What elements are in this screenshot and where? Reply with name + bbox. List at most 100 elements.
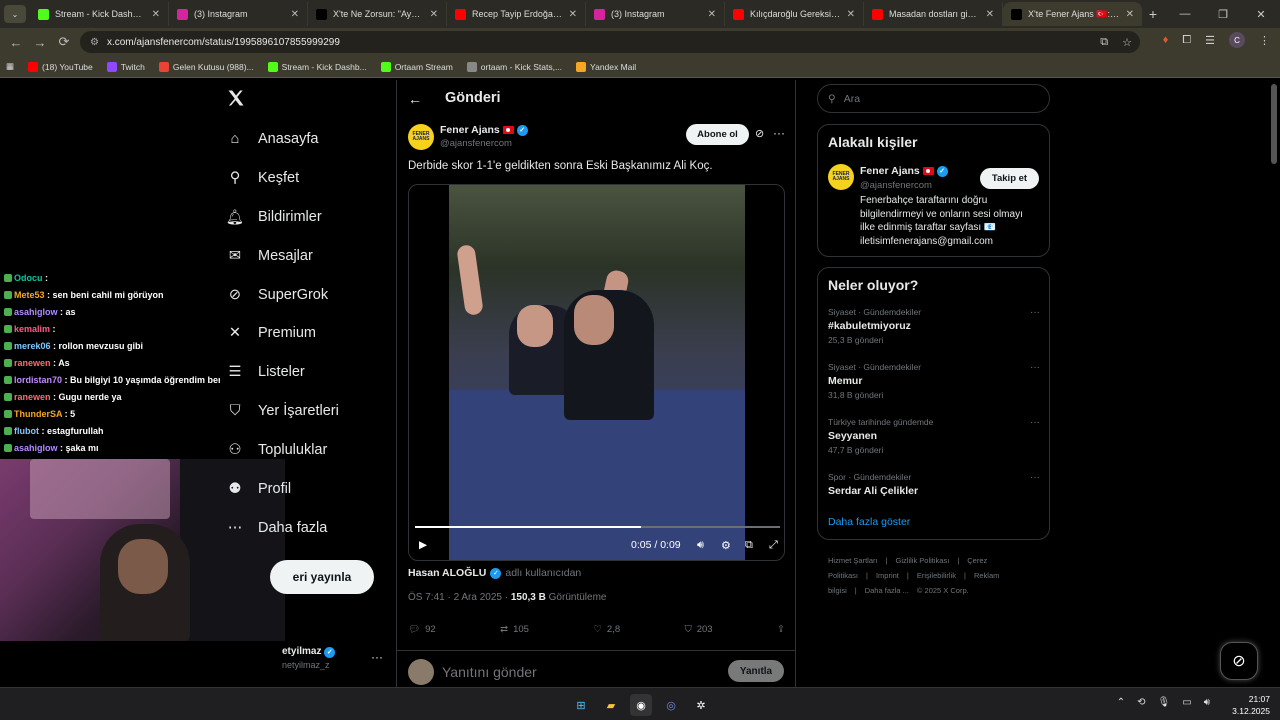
repost-action[interactable]: ⇄ 105 — [500, 624, 529, 635]
browser-tab[interactable]: (3) Instagram ✕ — [586, 2, 725, 26]
reply-button[interactable]: Yanıtla — [728, 660, 784, 682]
volume-tray-icon[interactable]: 🔊︎ — [1204, 697, 1210, 708]
nav-item-profile[interactable]: ⚉ Profil — [226, 478, 292, 500]
more-options-icon[interactable]: ··· — [773, 126, 785, 140]
author-name[interactable]: Fener Ajans ✓ — [440, 124, 528, 136]
like-action[interactable]: ♡ 2,8 — [593, 624, 620, 635]
bookmark-item[interactable]: Stream - Kick Dashb... — [267, 61, 367, 72]
reply-input[interactable]: Yanıtını gönder — [442, 664, 537, 680]
reply-action[interactable]: 💬︎ 92 — [408, 624, 436, 635]
trend-item[interactable]: Siyaset · Gündemdekiler #kabuletmiyoruz 25… — [828, 307, 1040, 345]
close-tab-icon[interactable]: ✕ — [152, 9, 160, 20]
grok-float-button[interactable]: ⊘ — [1220, 642, 1258, 680]
post-button[interactable]: eri yayınla — [270, 560, 374, 594]
search-input[interactable]: ⚲ Ara — [817, 84, 1050, 113]
author-avatar[interactable]: FENER AJANS — [408, 124, 434, 150]
nav-item-lists[interactable]: ☰ Listeler — [226, 361, 305, 383]
footer-link[interactable]: Imprint — [876, 571, 899, 580]
user-avatar[interactable] — [408, 659, 434, 685]
tray-chevron-icon[interactable]: ⌃ — [1117, 697, 1125, 708]
nav-item-explore[interactable]: ⚲ Keşfet — [226, 167, 299, 189]
chrome-icon[interactable]: ◉ — [630, 694, 652, 716]
credit-name[interactable]: Hasan ALOĞLU — [408, 567, 486, 579]
nav-item-premium[interactable]: ✕ Premium — [226, 322, 316, 344]
chrome-menu-icon[interactable]: ⋮ — [1259, 34, 1270, 47]
forward-icon[interactable]: → — [28, 35, 52, 50]
bookmark-item[interactable]: Twitch — [106, 61, 145, 72]
video-player[interactable]: ▶ 0:05 / 0:09 🔊︎ ⚙ ⧉ ⤢ — [408, 184, 785, 561]
site-info-icon[interactable]: ⚙ — [90, 37, 99, 48]
show-more-link[interactable]: Daha fazla göster — [828, 516, 910, 528]
more-options-icon[interactable]: ··· — [1030, 362, 1040, 373]
nav-item-notifications[interactable]: 🔔︎ Bildirimler — [226, 206, 322, 228]
profile-avatar[interactable]: C — [1229, 32, 1245, 48]
browser-tab[interactable]: Recep Tayip Erdoğan Futb✕ — [447, 2, 586, 26]
bookmark-item[interactable]: ortaam - Kick Stats,... — [466, 61, 562, 72]
nav-item-messages[interactable]: ✉ Mesajlar — [226, 245, 313, 267]
back-arrow-icon[interactable]: ← — [408, 91, 422, 107]
volume-icon[interactable]: 🔊︎ — [697, 539, 704, 552]
nav-item-more-circle[interactable]: ⋯ Daha fazla — [226, 517, 328, 539]
new-tab-button[interactable]: + — [1142, 6, 1164, 22]
back-icon[interactable]: ← — [4, 35, 28, 50]
trend-item[interactable]: Türkiye tarihinde gündemde Seyyanen 47,7 B… — [828, 417, 1040, 455]
browser-tab[interactable]: Kılıçdaroğlu Gereksiz Sarı✕ — [725, 2, 864, 26]
x-logo-icon[interactable] — [226, 88, 246, 108]
display-icon[interactable]: ▭ — [1182, 697, 1191, 708]
browser-tab[interactable]: X'te Fener Ajans 🇹🇷: "Derb✕ — [1003, 2, 1142, 26]
account-name[interactable]: etyilmaz ✓ — [282, 646, 336, 658]
browser-tab[interactable]: (3) Instagram ✕ — [169, 2, 308, 26]
close-tab-icon[interactable]: ✕ — [430, 9, 438, 20]
windows-start-icon[interactable]: ⊞ — [570, 694, 592, 716]
related-name[interactable]: Fener Ajans ✓ — [860, 165, 948, 177]
nav-item-bookmarks[interactable]: ⛉ Yer İşaretleri — [226, 400, 339, 422]
trend-item[interactable]: Siyaset · Gündemdekiler Memur 31,8 B gönde… — [828, 362, 1040, 400]
microphone-icon[interactable]: 🎙︎ — [1158, 697, 1171, 708]
discord-icon[interactable]: ◎ — [660, 694, 682, 716]
bookmark-item[interactable]: (18) YouTube — [28, 61, 93, 72]
nav-item-communities[interactable]: ⚇ Topluluklar — [226, 439, 328, 461]
footer-link[interactable]: Gizlilik Politikası — [896, 556, 950, 565]
footer-link[interactable]: Hizmet Şartları — [828, 556, 878, 565]
author-handle[interactable]: @ajansfenercom — [440, 138, 512, 149]
bookmark-item[interactable]: Gelen Kutusu (988)... — [158, 61, 254, 72]
share-icon[interactable]: ⇪ — [777, 624, 785, 635]
extension-icon[interactable]: ♦ — [1163, 34, 1169, 46]
minimize-button[interactable]: — — [1166, 8, 1204, 20]
trend-item[interactable]: Spor · Gündemdekiler Serdar Ali Çelikler ·… — [828, 472, 1040, 500]
related-avatar[interactable]: FENER AJANS — [828, 164, 854, 190]
bookmark-item[interactable]: Yandex Mail — [576, 61, 636, 72]
grok-icon[interactable]: ⊘ — [755, 127, 764, 140]
video-frame[interactable] — [449, 185, 745, 560]
footer-link[interactable]: Daha fazla ... — [865, 586, 909, 595]
more-options-icon[interactable]: ··· — [1030, 307, 1040, 318]
video-progress-bar[interactable] — [415, 526, 780, 528]
related-handle[interactable]: @ajansfenercom — [860, 180, 932, 191]
address-bar[interactable]: ⚙ x.com/ajansfenercom/status/19958961078… — [80, 31, 1140, 53]
apps-grid-icon[interactable]: ▦ — [6, 61, 14, 72]
install-app-icon[interactable]: ⧉ — [1100, 36, 1108, 49]
close-tab-icon[interactable]: ✕ — [986, 9, 994, 20]
maximize-button[interactable]: ❐ — [1204, 8, 1242, 21]
close-tab-icon[interactable]: ✕ — [1126, 9, 1134, 20]
browser-tab[interactable]: Stream - Kick Dashboard ✕ — [30, 2, 169, 26]
browser-tab[interactable]: X'te Ne Zorsun: "Aynı tuv ✕ — [308, 2, 447, 26]
subscribe-button[interactable]: Abone ol — [686, 124, 749, 145]
footer-link[interactable]: © 2025 X Corp. — [917, 586, 969, 595]
footer-link[interactable]: Erişilebilirlik — [917, 571, 956, 580]
clock[interactable]: 21:07 3.12.2025 — [1232, 693, 1270, 717]
fullscreen-icon[interactable]: ⤢ — [769, 539, 778, 552]
nav-item-home[interactable]: ⌂ Anasayfa — [226, 128, 319, 150]
network-icon[interactable]: ⟲ — [1137, 697, 1145, 708]
play-icon[interactable]: ▶ — [419, 539, 427, 551]
extensions-puzzle-icon[interactable]: ⧠ — [1182, 34, 1191, 47]
tab-search-button[interactable]: ⌄ — [4, 5, 26, 23]
post-time[interactable]: ÖS 7:41 · 2 Ara 2025 · — [408, 592, 508, 603]
account-more-icon[interactable]: ··· — [371, 650, 383, 664]
bookmark-item[interactable]: Ortaam Stream — [380, 61, 453, 72]
file-explorer-icon[interactable]: ▰ — [600, 694, 622, 716]
follow-button[interactable]: Takip et — [980, 168, 1039, 189]
browser-tab[interactable]: Masadan dostları giden a✕ — [864, 2, 1003, 26]
close-tab-icon[interactable]: ✕ — [569, 9, 577, 20]
more-options-icon[interactable]: ··· — [1030, 472, 1040, 483]
